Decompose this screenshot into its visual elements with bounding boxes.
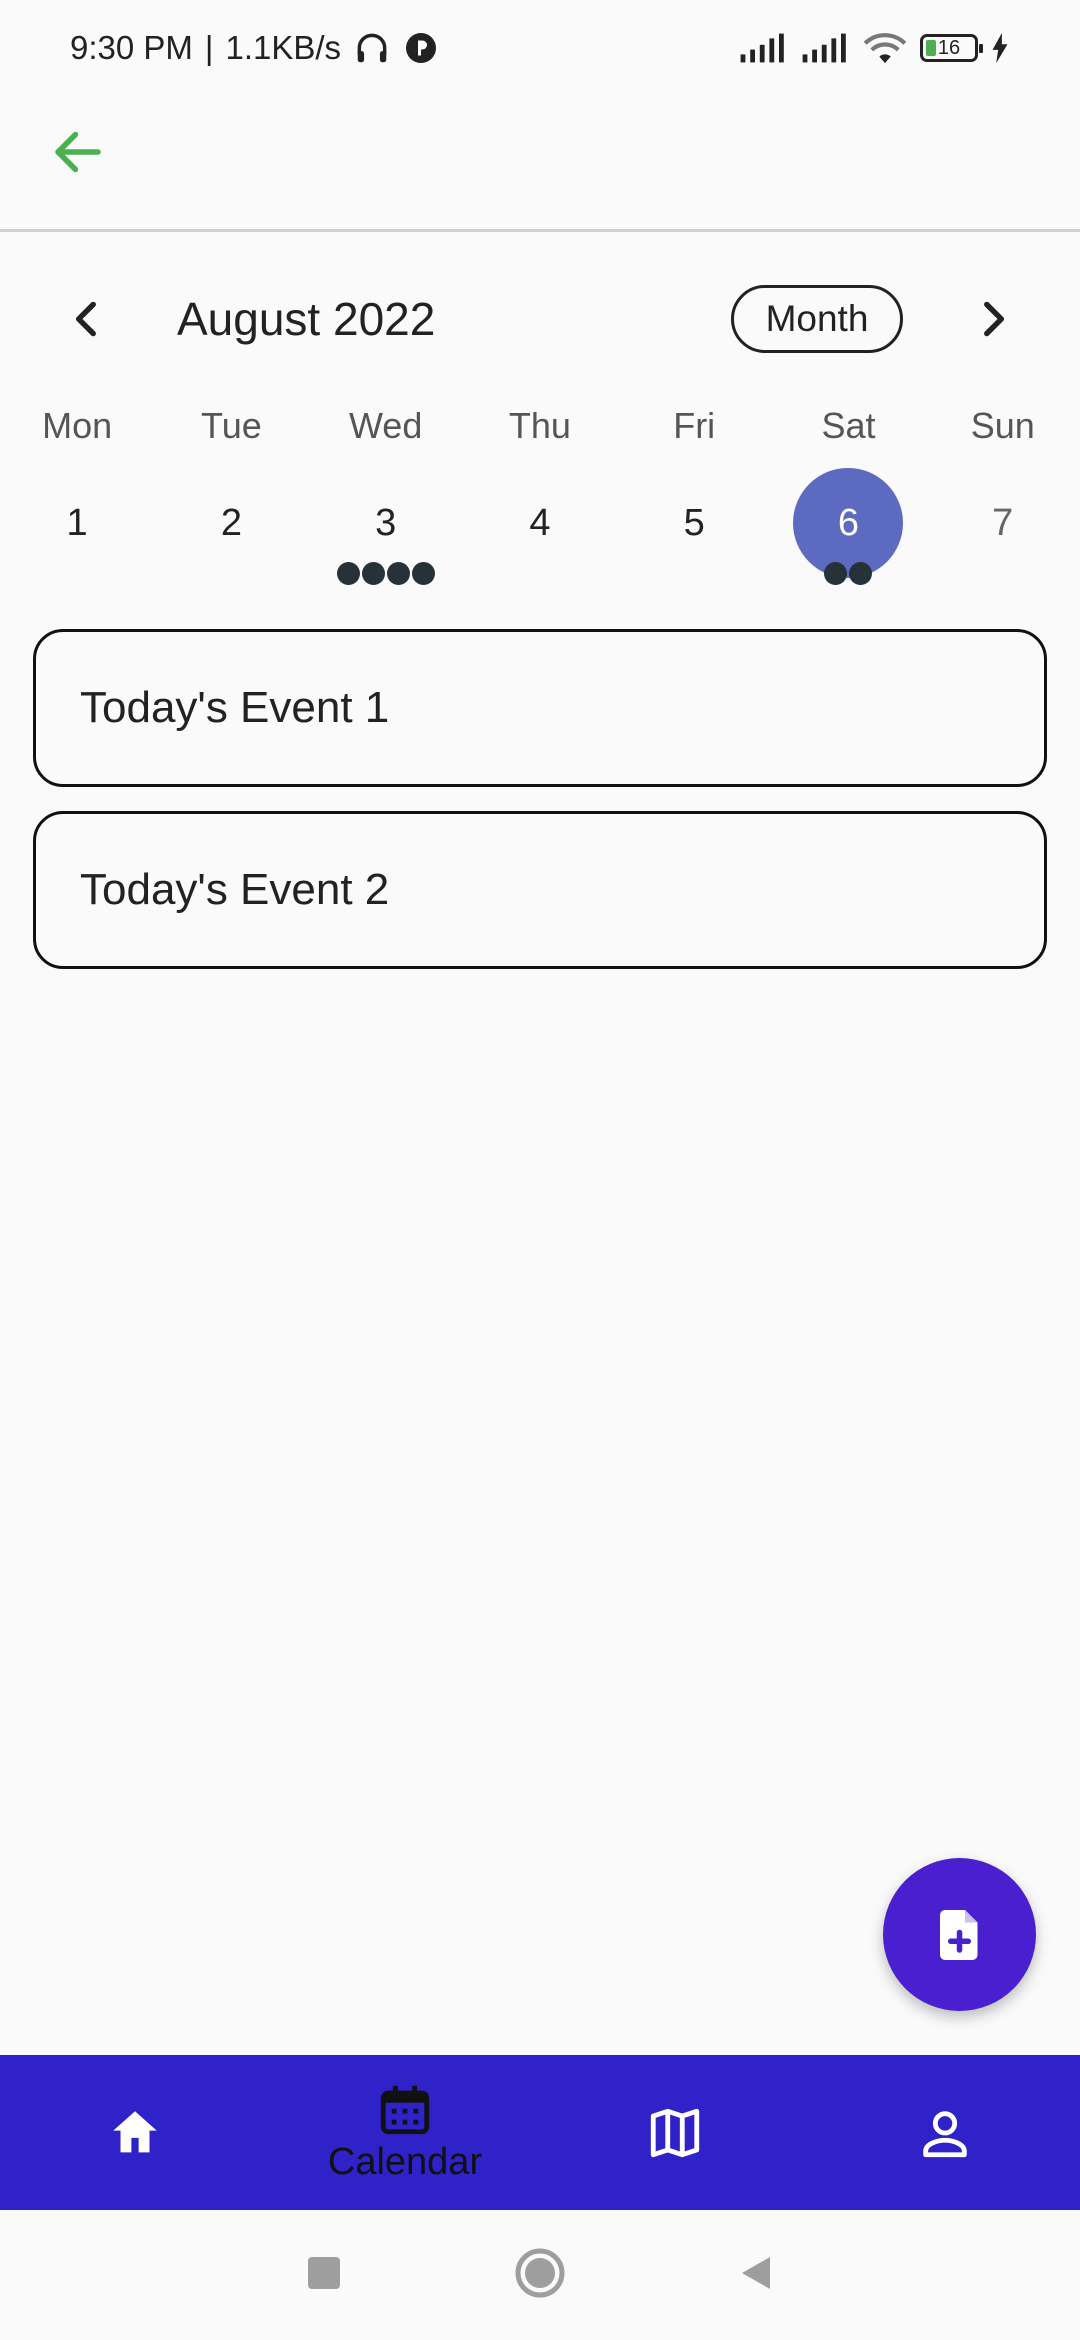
event-title: Today's Event 2 bbox=[80, 865, 390, 914]
chevron-left-icon bbox=[75, 301, 96, 337]
calendar-day[interactable]: 7 bbox=[926, 465, 1080, 580]
status-left: 9:30 PM | 1.1KB/s bbox=[70, 29, 439, 67]
app-bar bbox=[0, 96, 1080, 232]
event-marker-dot bbox=[361, 562, 385, 585]
headphones-icon bbox=[353, 29, 391, 67]
event-markers bbox=[336, 562, 435, 585]
nav-profile[interactable] bbox=[810, 2055, 1080, 2210]
status-right: 16 bbox=[738, 31, 1010, 65]
status-net-speed: 1.1KB/s bbox=[225, 29, 342, 66]
nav-home[interactable] bbox=[0, 2055, 270, 2210]
calendar-header: August 2022 Month bbox=[0, 270, 1080, 370]
weekday-label: Fri bbox=[673, 405, 716, 446]
event-marker-dot bbox=[336, 562, 360, 585]
home-icon bbox=[113, 2110, 157, 2152]
day-number: 2 bbox=[220, 501, 242, 544]
weekday-label: Tue bbox=[201, 405, 262, 446]
signal-icon-2 bbox=[800, 32, 850, 64]
nav-calendar[interactable]: Calendar bbox=[270, 2055, 540, 2210]
event-marker-dot bbox=[824, 562, 848, 585]
chevron-right-icon bbox=[984, 301, 1005, 337]
status-bar: 9:30 PM | 1.1KB/s 16 bbox=[0, 0, 1080, 96]
week-days-row: 1 2 3 4 5 6 7 bbox=[0, 465, 1080, 585]
battery-icon: 16 bbox=[920, 34, 983, 62]
nav-map[interactable] bbox=[540, 2055, 810, 2210]
event-card[interactable]: Today's Event 2 bbox=[33, 811, 1047, 969]
day-number: 4 bbox=[529, 501, 551, 544]
system-navigation-bar bbox=[0, 2210, 1080, 2340]
add-event-fab[interactable] bbox=[883, 1858, 1036, 2011]
event-marker-dot bbox=[386, 562, 410, 585]
weekday-row: Mon Tue Wed Thu Fri Sat Sun bbox=[0, 405, 1080, 455]
wifi-icon bbox=[862, 31, 908, 65]
calendar-day[interactable]: 4 bbox=[463, 465, 617, 580]
event-marker-dot bbox=[849, 562, 873, 585]
circle-icon bbox=[515, 2248, 565, 2297]
person-icon bbox=[923, 2110, 967, 2157]
bottom-navigation: Calendar bbox=[0, 2055, 1080, 2210]
signal-icon bbox=[738, 32, 788, 64]
calendar-icon bbox=[380, 2085, 430, 2135]
day-number: 7 bbox=[992, 501, 1014, 544]
square-icon bbox=[308, 2256, 340, 2289]
triangle-back-icon bbox=[742, 2256, 770, 2289]
status-separator: | bbox=[204, 29, 214, 66]
day-number: 5 bbox=[683, 501, 705, 544]
recents-button[interactable] bbox=[304, 2253, 344, 2298]
event-card[interactable]: Today's Event 1 bbox=[33, 629, 1047, 787]
status-time: 9:30 PM bbox=[70, 29, 193, 66]
weekday-label: Sat bbox=[821, 405, 876, 446]
calendar-format-button[interactable]: Month bbox=[731, 285, 903, 353]
weekday-label: Wed bbox=[348, 405, 423, 446]
month-title: August 2022 bbox=[177, 293, 436, 345]
previous-month-button[interactable] bbox=[62, 294, 112, 344]
event-title: Today's Event 1 bbox=[80, 683, 390, 732]
back-button[interactable] bbox=[48, 122, 108, 182]
map-icon bbox=[650, 2108, 700, 2157]
home-system-button[interactable] bbox=[514, 2247, 566, 2304]
weekday-label: Thu bbox=[508, 405, 571, 446]
add-document-icon bbox=[939, 1909, 977, 1960]
event-markers bbox=[824, 562, 873, 585]
day-number: 1 bbox=[66, 501, 88, 544]
battery-level: 16 bbox=[937, 36, 961, 59]
calendar-day[interactable]: 1 bbox=[0, 465, 154, 580]
back-arrow-icon bbox=[55, 131, 101, 173]
event-marker-dot bbox=[411, 562, 435, 585]
next-month-button[interactable] bbox=[968, 294, 1018, 344]
calendar-day[interactable]: 5 bbox=[617, 465, 771, 580]
weekday-label: Sun bbox=[970, 405, 1035, 446]
back-system-button[interactable] bbox=[736, 2253, 776, 2298]
charging-icon bbox=[990, 33, 1010, 63]
calendar-day[interactable]: 3 bbox=[309, 465, 463, 585]
calendar-day[interactable]: 2 bbox=[154, 465, 308, 580]
app-notification-icon bbox=[403, 30, 439, 66]
nav-label-calendar: Calendar bbox=[327, 2141, 483, 2183]
calendar-day-selected[interactable]: 6 bbox=[771, 465, 925, 585]
weekday-label: Mon bbox=[42, 405, 113, 446]
